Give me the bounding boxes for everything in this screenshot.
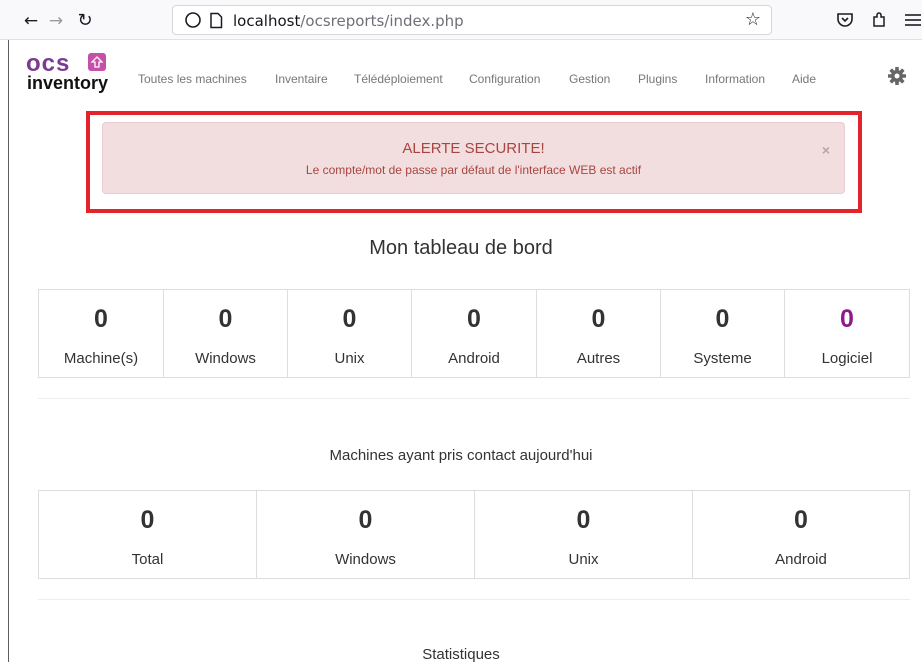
section-divider <box>38 599 910 600</box>
app-navbar: ocs inventory Toutes les machines Invent… <box>9 41 922 107</box>
stat-autres[interactable]: 0 Autres <box>537 290 661 377</box>
menu-teledeploiement[interactable]: Télédéploiement <box>354 72 443 86</box>
stat-value: 0 <box>218 305 233 333</box>
hamburger-menu-icon[interactable] <box>902 9 922 31</box>
stat-value: 0 <box>342 305 357 333</box>
menu-gestion[interactable]: Gestion <box>569 72 610 86</box>
dashboard-title: Mon tableau de bord <box>369 237 553 259</box>
menu-inventaire[interactable]: Inventaire <box>275 72 328 86</box>
stat-value: 0 <box>467 305 481 333</box>
machines-stats-row: 0 Machine(s) 0 Windows 0 Unix 0 Android … <box>38 289 910 378</box>
address-bar[interactable]: localhost/ocsreports/index.php ☆ <box>172 5 772 35</box>
stat-label: Machine(s) <box>63 350 139 367</box>
stat-logiciel[interactable]: 0 Logiciel <box>785 290 909 377</box>
menu-configuration[interactable]: Configuration <box>469 72 540 86</box>
stat-value: 0 <box>794 506 808 534</box>
logo-ocs-text: ocs <box>26 50 71 77</box>
alert-title: ALERTE SECURITE! <box>402 140 545 157</box>
url-host: localhost <box>233 12 301 30</box>
alert-message: Le compte/mot de passe par défaut de l'i… <box>305 163 642 177</box>
bookmark-star-icon[interactable]: ☆ <box>745 9 761 31</box>
pocket-icon[interactable] <box>834 9 856 31</box>
stat-value: 0 <box>840 305 854 333</box>
contact-windows[interactable]: 0 Windows <box>257 491 475 578</box>
stat-value: 0 <box>591 305 606 333</box>
stat-value: 0 <box>358 506 373 534</box>
stat-label: Unix <box>568 551 599 568</box>
stat-systeme[interactable]: 0 Systeme <box>661 290 785 377</box>
contact-unix[interactable]: 0 Unix <box>475 491 693 578</box>
reload-icon[interactable]: ↻ <box>74 10 96 32</box>
close-icon[interactable]: × <box>822 143 830 157</box>
stat-label: Total <box>131 551 164 568</box>
stats-section-title: Statistiques <box>422 646 500 662</box>
stat-windows[interactable]: 0 Windows <box>164 290 288 377</box>
stat-machines[interactable]: 0 Machine(s) <box>39 290 164 377</box>
menu-aide[interactable]: Aide <box>792 72 816 86</box>
page-icon <box>210 12 223 29</box>
shield-icon <box>185 12 201 28</box>
stat-label: Android <box>448 350 500 367</box>
back-arrow-icon[interactable]: ← <box>20 10 42 32</box>
page-edge <box>8 40 9 662</box>
stat-label: Autres <box>576 350 621 367</box>
browser-toolbar: ← → ↻ localhost/ocsreports/index.php ☆ <box>0 0 922 40</box>
contact-section-title: Machines ayant pris contact aujourd'hui <box>329 447 593 464</box>
stat-label: Logiciel <box>821 350 873 367</box>
stat-value: 0 <box>140 506 155 534</box>
stat-value: 0 <box>715 305 730 333</box>
gear-icon[interactable] <box>887 66 907 86</box>
stat-label: Unix <box>334 350 365 367</box>
stat-label: Windows <box>335 551 396 568</box>
menu-information[interactable]: Information <box>705 72 765 86</box>
stat-label: Android <box>775 551 827 568</box>
security-alert: ALERTE SECURITE! Le compte/mot de passe … <box>102 122 845 194</box>
url-text[interactable]: localhost/ocsreports/index.php <box>233 12 464 30</box>
stat-label: Windows <box>195 350 256 367</box>
stat-label: Systeme <box>693 350 752 367</box>
stat-value: 0 <box>94 305 108 333</box>
contact-android[interactable]: 0 Android <box>693 491 909 578</box>
logo-inventory-text: inventory <box>27 73 109 93</box>
ocs-inventory-logo[interactable]: ocs inventory <box>26 50 118 93</box>
logo-badge-icon <box>88 53 106 71</box>
forward-arrow-icon[interactable]: → <box>45 10 67 32</box>
url-path: /ocsreports/index.php <box>300 12 464 30</box>
contact-total[interactable]: 0 Total <box>39 491 257 578</box>
section-divider <box>38 398 910 399</box>
menu-plugins[interactable]: Plugins <box>638 72 677 86</box>
extensions-icon[interactable] <box>868 9 890 31</box>
menu-toutes-les-machines[interactable]: Toutes les machines <box>138 72 247 86</box>
stat-android[interactable]: 0 Android <box>412 290 537 377</box>
stat-unix[interactable]: 0 Unix <box>288 290 412 377</box>
contact-stats-row: 0 Total 0 Windows 0 Unix 0 Android <box>38 490 910 579</box>
stat-value: 0 <box>576 506 591 534</box>
